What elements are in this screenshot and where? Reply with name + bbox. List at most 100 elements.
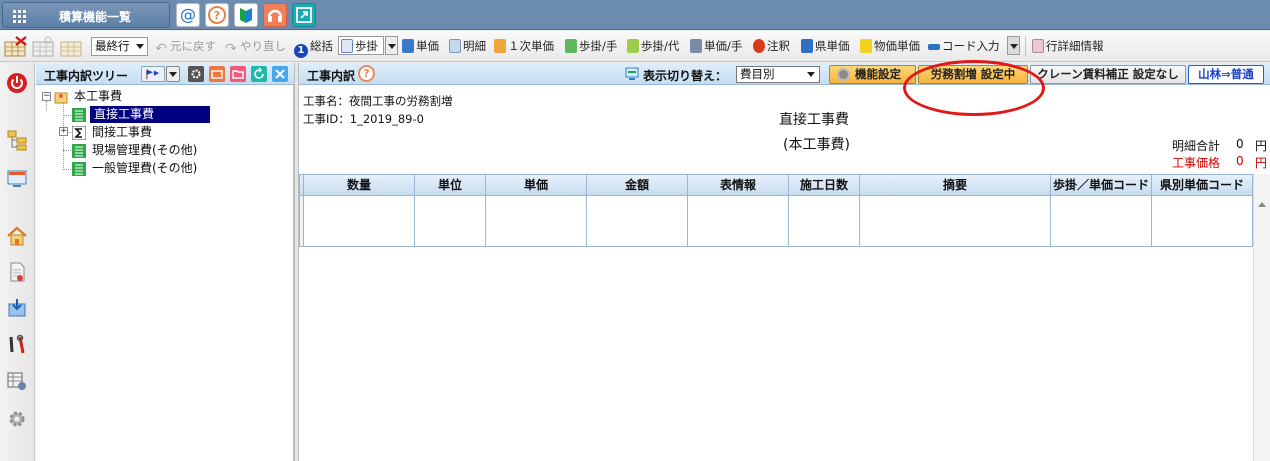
scroll-up-icon[interactable]: [1258, 202, 1266, 207]
tree-connector: [63, 169, 71, 170]
function-menu-button[interactable]: 積算機能一覧: [2, 2, 170, 28]
document-icon[interactable]: [6, 261, 28, 283]
copy-sheet-icon[interactable]: [32, 36, 56, 58]
primary-unit-price-button[interactable]: １次単価: [494, 37, 554, 55]
vertical-scrollbar[interactable]: [1253, 174, 1270, 461]
table-cell[interactable]: [1152, 196, 1253, 247]
expand-toggle[interactable]: +: [59, 127, 68, 136]
table-cell[interactable]: [304, 196, 415, 247]
tree-connector: [63, 115, 71, 116]
folder-open-icon[interactable]: [209, 66, 225, 82]
table-cell[interactable]: [789, 196, 860, 247]
person-folder-icon: [54, 92, 68, 104]
detail-total-value: 0: [1236, 137, 1244, 151]
row-detail-button[interactable]: 行詳細情報: [1032, 37, 1104, 55]
breakdown-main-panel: 工事内訳 ? 表示切り替え： 費目別 機能設定 労務割増 設定中 クレーン賃料補…: [299, 60, 1270, 461]
display-switch-value: 費目別: [740, 67, 775, 81]
number-one-icon: 1: [294, 44, 308, 58]
column-header-step-code[interactable]: 歩掛／単価コード: [1051, 174, 1152, 196]
row-position-value: 最終行: [95, 39, 130, 53]
column-header-prefecture-code[interactable]: 県別単価コード: [1152, 174, 1253, 196]
table-settings-icon[interactable]: [6, 370, 28, 392]
chevron-down-icon: [807, 72, 815, 77]
note-button[interactable]: 注釈: [753, 37, 790, 55]
flag-dropdown[interactable]: [166, 66, 180, 82]
gear-icon[interactable]: [6, 408, 28, 430]
expand-icon[interactable]: [292, 3, 316, 27]
forest-to-normal-button[interactable]: 山林⇒普通: [1188, 65, 1264, 84]
prefecture-price-button[interactable]: 県単価: [801, 37, 850, 55]
detail-icon: [449, 39, 461, 53]
undo-icon: ↶: [155, 41, 167, 57]
settings-icon[interactable]: [188, 66, 204, 82]
step-button[interactable]: 歩掛: [338, 36, 384, 55]
at-icon[interactable]: @: [176, 3, 200, 27]
close-icon[interactable]: [272, 66, 288, 82]
flag-icon[interactable]: [141, 66, 165, 82]
list-icon: [72, 108, 86, 122]
undo-button[interactable]: ↶ 元に戻す: [154, 37, 216, 57]
column-header-amount[interactable]: 金額: [587, 174, 688, 196]
tree-node-label: 本工事費: [74, 89, 123, 103]
column-header-unit-price[interactable]: 単価: [486, 174, 587, 196]
question-icon[interactable]: ?: [205, 3, 229, 27]
tree-node-label: 直接工事費: [90, 106, 210, 123]
delete-sheet-icon[interactable]: [4, 36, 28, 58]
chevron-down-icon: [1010, 44, 1018, 49]
tree-connector: [63, 103, 64, 170]
toolbar-overflow-dropdown[interactable]: [1007, 36, 1020, 55]
home-icon[interactable]: [6, 225, 28, 247]
tree-connector: [63, 150, 71, 151]
beginner-icon[interactable]: [234, 3, 258, 27]
magnifier-icon: [690, 39, 702, 53]
table-cell[interactable]: [860, 196, 1051, 247]
goods-price-button[interactable]: 物価単価: [860, 37, 920, 55]
function-settings-button[interactable]: 機能設定: [829, 65, 916, 84]
screen-icon[interactable]: [6, 167, 28, 189]
column-header-work-days[interactable]: 施工日数: [789, 174, 860, 196]
tree-node-site-management[interactable]: 現場管理費(その他): [72, 142, 232, 159]
column-header-unit[interactable]: 単位: [415, 174, 486, 196]
step-sub-button[interactable]: 歩掛/代: [627, 37, 679, 55]
display-switch-select[interactable]: 費目別: [736, 66, 820, 83]
step-dropdown[interactable]: [385, 36, 398, 55]
grid-sheet-icon[interactable]: [60, 36, 84, 58]
power-icon[interactable]: [6, 72, 28, 94]
tree-node-general-management[interactable]: 一般管理費(その他): [72, 160, 232, 177]
summary-button[interactable]: 1 総括: [294, 37, 333, 58]
folder-icon[interactable]: [230, 66, 246, 82]
refresh-icon[interactable]: [251, 66, 267, 82]
tree-node-indirect-cost[interactable]: 間接工事費: [72, 124, 232, 141]
table-cell[interactable]: [415, 196, 486, 247]
help-icon[interactable]: ?: [358, 65, 375, 82]
step-hand-button[interactable]: 歩掛/手: [565, 37, 617, 55]
function-settings-label: 機能設定: [855, 67, 901, 81]
tree-connector: [46, 101, 47, 111]
crane-rental-adjust-button[interactable]: クレーン賃料補正 設定なし: [1030, 65, 1186, 84]
toolbar: 最終行 ↶ 元に戻す ↷ やり直し 1 総括 歩掛 単価 明細 １次単価 歩掛/手 歩…: [0, 31, 1270, 62]
note-icon: [753, 39, 765, 53]
redo-button[interactable]: ↷ やり直し: [224, 37, 286, 57]
download-box-icon[interactable]: [6, 297, 28, 319]
row-position-select[interactable]: 最終行: [91, 37, 148, 56]
tree-node-main-construction[interactable]: 本工事費: [54, 88, 214, 105]
document-icon: [341, 39, 353, 53]
table-cell[interactable]: [1051, 196, 1152, 247]
column-header-table-info[interactable]: 表情報: [688, 174, 789, 196]
tree-node-direct-cost[interactable]: 直接工事費: [72, 106, 232, 123]
primary-unit-price-label: １次単価: [508, 39, 554, 53]
support-icon[interactable]: [263, 3, 287, 27]
project-id: 工事ID：1_2019_89-0: [303, 112, 424, 126]
unit-price-hand-button[interactable]: 単価/手: [690, 37, 742, 55]
detail-button[interactable]: 明細: [449, 37, 486, 55]
tree-view-icon[interactable]: [6, 129, 28, 151]
column-header-summary[interactable]: 摘要: [860, 174, 1051, 196]
code-input-button[interactable]: コード入力: [928, 37, 1006, 55]
collapse-toggle[interactable]: −: [42, 92, 51, 101]
unit-price-button[interactable]: 単価: [402, 37, 439, 55]
column-header-quantity[interactable]: 数量: [304, 174, 415, 196]
table-cell[interactable]: [587, 196, 688, 247]
tools-icon[interactable]: [6, 334, 28, 356]
table-cell[interactable]: [486, 196, 587, 247]
table-cell[interactable]: [688, 196, 789, 247]
